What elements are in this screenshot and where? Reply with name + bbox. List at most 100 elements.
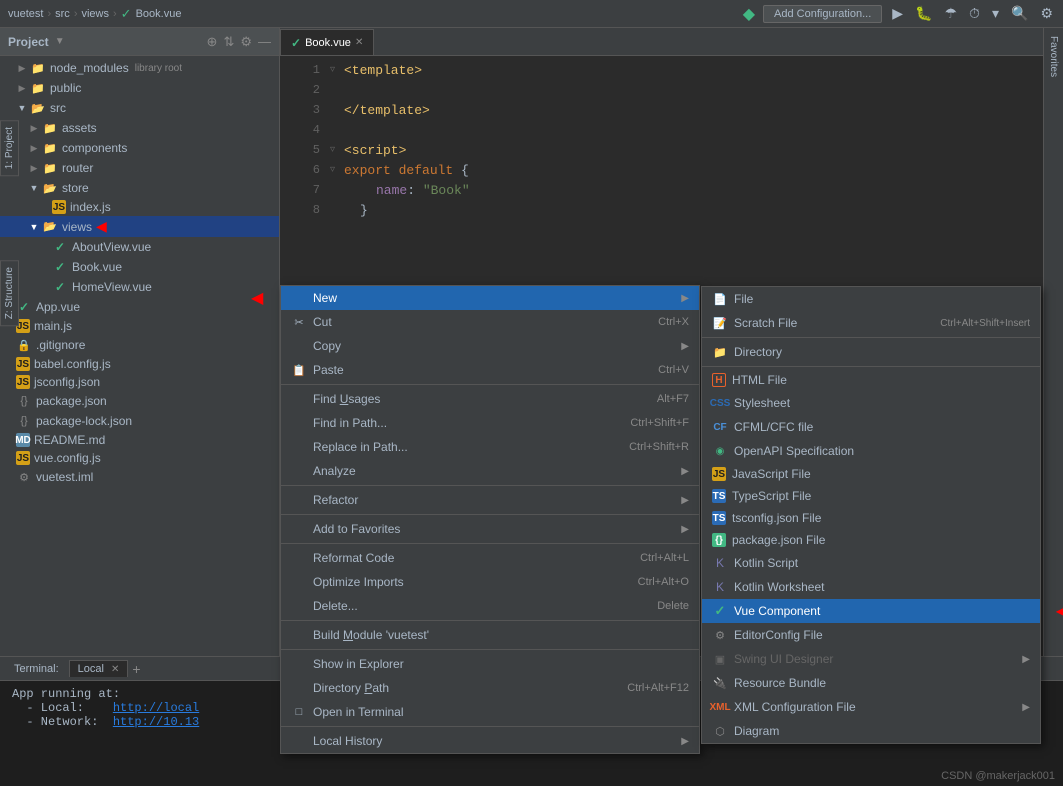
ctx-item-findusages[interactable]: Find Usages Alt+F7 bbox=[281, 387, 699, 411]
tree-item-jsconfig[interactable]: JS jsconfig.json bbox=[0, 373, 279, 391]
breadcrumb: vuetest › src › views › ✓ Book.vue bbox=[8, 6, 181, 22]
tree-item-bookview[interactable]: ✓ Book.vue bbox=[0, 257, 279, 277]
breadcrumb-views[interactable]: views bbox=[81, 8, 109, 20]
tree-item-packagejson[interactable]: {} package.json bbox=[0, 391, 279, 411]
tree-item-store[interactable]: ▼ 📂 store bbox=[0, 178, 279, 198]
fold-5[interactable]: ▿ bbox=[330, 144, 342, 156]
tab-bookvue[interactable]: ✓ Book.vue ✕ bbox=[280, 29, 374, 55]
tree-item-packagelockjson[interactable]: {} package-lock.json bbox=[0, 411, 279, 431]
ctx-copy-label: Copy bbox=[313, 339, 677, 353]
sub-item-tsfile[interactable]: TS TypeScript File bbox=[702, 485, 1040, 507]
more-run-icon[interactable]: ▾ bbox=[990, 3, 1001, 24]
tab-bookvu-label: Book.vue bbox=[305, 37, 351, 49]
new-icon bbox=[291, 290, 307, 306]
ctx-item-refactor[interactable]: Refactor ▶ bbox=[281, 488, 699, 512]
sub-js-label: JavaScript File bbox=[732, 467, 1030, 481]
run-icon[interactable]: ▶ bbox=[890, 3, 905, 24]
profile-icon[interactable]: ⏱ bbox=[967, 3, 982, 24]
terminal-network-link[interactable]: http://10.13 bbox=[113, 715, 199, 729]
ctx-item-dirpath[interactable]: Directory Path Ctrl+Alt+F12 bbox=[281, 676, 699, 700]
breadcrumb-src[interactable]: src bbox=[55, 8, 70, 20]
coverage-icon[interactable]: ☂ bbox=[942, 3, 959, 24]
replacepath-icon bbox=[291, 439, 307, 455]
structure-side-tab[interactable]: Z: Structure bbox=[0, 260, 19, 326]
sub-item-openapi[interactable]: ◉ OpenAPI Specification bbox=[702, 439, 1040, 463]
ctx-item-reformat[interactable]: Reformat Code Ctrl+Alt+L bbox=[281, 546, 699, 570]
sub-item-kotlinws[interactable]: K Kotlin Worksheet bbox=[702, 575, 1040, 599]
tree-item-views[interactable]: ▼ 📂 views ◀ bbox=[0, 216, 279, 237]
sub-item-html[interactable]: H HTML File bbox=[702, 369, 1040, 391]
tree-item-mainjs[interactable]: JS main.js bbox=[0, 317, 279, 335]
ctx-item-build[interactable]: Build Module 'vuetest' bbox=[281, 623, 699, 647]
ctx-item-cut[interactable]: ✂ Cut Ctrl+X bbox=[281, 310, 699, 334]
sub-item-css[interactable]: CSS Stylesheet bbox=[702, 391, 1040, 415]
tree-item-readme[interactable]: MD README.md bbox=[0, 431, 279, 449]
add-config-button[interactable]: Add Configuration... bbox=[763, 5, 882, 23]
sub-item-jsfile[interactable]: JS JavaScript File bbox=[702, 463, 1040, 485]
tree-item-public[interactable]: ▶ 📁 public bbox=[0, 78, 279, 98]
homeview-label: HomeView.vue bbox=[72, 280, 152, 294]
ctx-item-localhistory[interactable]: Local History ▶ bbox=[281, 729, 699, 753]
ctx-item-showexplorer[interactable]: Show in Explorer bbox=[281, 652, 699, 676]
sub-item-editorconfig[interactable]: ⚙ EditorConfig File bbox=[702, 623, 1040, 647]
folder-store-icon: 📂 bbox=[42, 180, 58, 196]
ctx-item-new[interactable]: New ▶ ◀ bbox=[281, 286, 699, 310]
ctx-item-favorites[interactable]: Add to Favorites ▶ bbox=[281, 517, 699, 541]
sub-item-vue[interactable]: ✓ Vue Component ◀ bbox=[702, 599, 1040, 623]
ctx-item-replacepath[interactable]: Replace in Path... Ctrl+Shift+R bbox=[281, 435, 699, 459]
gear-icon[interactable]: ⚙ bbox=[240, 34, 252, 50]
sub-item-file[interactable]: 📄 File bbox=[702, 287, 1040, 311]
readme-label: README.md bbox=[34, 433, 105, 447]
tree-item-src[interactable]: ▼ 📂 src bbox=[0, 98, 279, 118]
ctx-item-openterminal[interactable]: □ Open in Terminal bbox=[281, 700, 699, 724]
breadcrumb-bookvue[interactable]: Book.vue bbox=[136, 8, 182, 20]
ctx-item-optimizeimports[interactable]: Optimize Imports Ctrl+Alt+O bbox=[281, 570, 699, 594]
ctx-build-label: Build Module 'vuetest' bbox=[313, 628, 689, 642]
ctx-item-copy[interactable]: Copy ▶ bbox=[281, 334, 699, 358]
tree-item-assets[interactable]: ▶ 📁 assets bbox=[0, 118, 279, 138]
ctx-item-delete[interactable]: Delete... Delete bbox=[281, 594, 699, 618]
tree-item-gitignore[interactable]: 🔒 .gitignore bbox=[0, 335, 279, 355]
terminal-local-close[interactable]: ✕ bbox=[111, 664, 119, 675]
settings-icon[interactable]: ⚙ bbox=[1038, 3, 1055, 24]
fold-6[interactable]: ▿ bbox=[330, 164, 342, 176]
tree-item-vueconfig[interactable]: JS vue.config.js bbox=[0, 449, 279, 467]
sub-item-scratch[interactable]: 📝 Scratch File Ctrl+Alt+Shift+Insert bbox=[702, 311, 1040, 335]
tab-close-icon[interactable]: ✕ bbox=[355, 37, 363, 48]
ctx-item-findinpath[interactable]: Find in Path... Ctrl+Shift+F bbox=[281, 411, 699, 435]
breadcrumb-vuetest[interactable]: vuetest bbox=[8, 8, 43, 20]
sub-item-diagram[interactable]: ⬡ Diagram bbox=[702, 719, 1040, 743]
ctx-item-paste[interactable]: 📋 Paste Ctrl+V bbox=[281, 358, 699, 382]
tree-item-router[interactable]: ▶ 📁 router bbox=[0, 158, 279, 178]
ctx-item-analyze[interactable]: Analyze ▶ bbox=[281, 459, 699, 483]
ctx-new-label: New bbox=[313, 291, 677, 305]
debug-icon[interactable]: 🐛 bbox=[913, 3, 934, 24]
packagelockjson-label: package-lock.json bbox=[36, 414, 132, 428]
fold-1[interactable]: ▿ bbox=[330, 64, 342, 76]
sub-item-packagejson[interactable]: {} package.json File bbox=[702, 529, 1040, 551]
sub-item-resource[interactable]: 🔌 Resource Bundle bbox=[702, 671, 1040, 695]
tree-item-components[interactable]: ▶ 📁 components bbox=[0, 138, 279, 158]
scroll-icon[interactable]: ⇅ bbox=[223, 34, 234, 50]
sub-item-xml[interactable]: XML XML Configuration File ▶ bbox=[702, 695, 1040, 719]
project-side-tab[interactable]: 1: Project bbox=[0, 120, 19, 176]
sub-item-cfml[interactable]: CF CFML/CFC file bbox=[702, 415, 1040, 439]
tree-item-aboutview[interactable]: ✓ AboutView.vue bbox=[0, 237, 279, 257]
terminal-local-link[interactable]: http://local bbox=[113, 701, 199, 715]
terminal-tab-local[interactable]: Local ✕ bbox=[69, 660, 129, 677]
sub-item-kotlin[interactable]: K Kotlin Script bbox=[702, 551, 1040, 575]
sub-item-tsconfig[interactable]: TS tsconfig.json File bbox=[702, 507, 1040, 529]
sub-item-directory[interactable]: 📁 Directory bbox=[702, 340, 1040, 364]
locate-icon[interactable]: ⊕ bbox=[207, 34, 218, 50]
tree-item-index-js[interactable]: JS index.js bbox=[0, 198, 279, 216]
editor-tabs: ✓ Book.vue ✕ bbox=[280, 28, 1043, 56]
tree-item-iml[interactable]: ⚙ vuetest.iml bbox=[0, 467, 279, 487]
terminal-add-button[interactable]: + bbox=[132, 661, 140, 677]
tree-item-babel[interactable]: JS babel.config.js bbox=[0, 355, 279, 373]
tree-item-node-modules[interactable]: ▶ 📁 node_modules library root bbox=[0, 58, 279, 78]
favorites-tab[interactable]: Favorites bbox=[1046, 28, 1061, 85]
tree-item-homeview[interactable]: ✓ HomeView.vue bbox=[0, 277, 279, 297]
minimize-icon[interactable]: — bbox=[258, 34, 271, 50]
tree-item-appvue[interactable]: ✓ App.vue bbox=[0, 297, 279, 317]
search-icon[interactable]: 🔍 bbox=[1009, 3, 1030, 24]
